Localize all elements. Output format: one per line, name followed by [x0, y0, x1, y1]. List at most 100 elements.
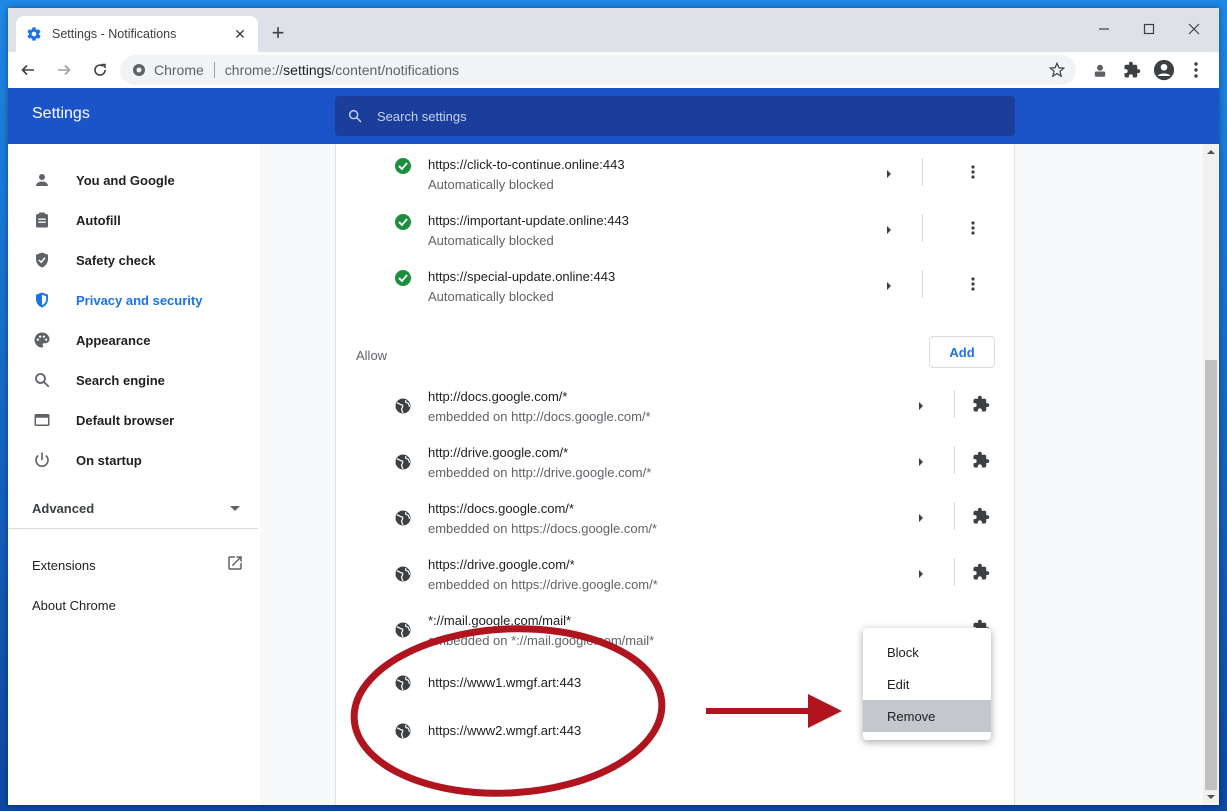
check-circle-icon [395, 270, 411, 286]
arrow-right-icon[interactable] [916, 513, 926, 523]
bookmark-star-icon[interactable] [1048, 61, 1066, 79]
allowed-site-row[interactable]: http://drive.google.com/* embedded on ht… [336, 436, 1016, 492]
puzzle-icon [969, 504, 993, 528]
scroll-up-icon[interactable] [1203, 146, 1219, 158]
site-url: https://important-update.online:443 [428, 213, 629, 228]
row-separator [954, 502, 955, 530]
blocked-site-row[interactable]: https://click-to-continue.online:443 Aut… [336, 144, 1016, 200]
profile-button[interactable] [1148, 54, 1180, 86]
extensions-menu-button[interactable] [1116, 54, 1148, 86]
new-tab-button[interactable]: + [266, 20, 290, 46]
maximize-icon [1143, 23, 1155, 35]
browser-toolbar: Chrome chrome://settings/content/notific… [8, 52, 1219, 88]
sidebar-item-default-browser[interactable]: Default browser [8, 400, 260, 440]
reload-button[interactable] [84, 54, 116, 86]
minimize-icon [1099, 28, 1109, 30]
settings-sidebar: You and Google Autofill Safety check Pri… [8, 144, 260, 805]
spy-extension-icon [1094, 64, 1106, 77]
globe-icon [395, 398, 411, 414]
globe-icon [395, 622, 411, 638]
omnibox-separator [213, 62, 215, 78]
close-window-button[interactable] [1172, 14, 1216, 44]
sidebar-item-privacy-and-security[interactable]: Privacy and security [8, 280, 260, 320]
menu-item-remove[interactable]: Remove [863, 700, 991, 732]
sidebar-item-appearance[interactable]: Appearance [8, 320, 260, 360]
row-separator [922, 158, 923, 186]
arrow-right-icon[interactable] [916, 569, 926, 579]
arrow-right-icon[interactable] [884, 281, 894, 291]
sidebar-item-advanced[interactable]: Advanced [8, 488, 260, 528]
page-title: Settings [32, 105, 90, 122]
palette-icon [32, 330, 52, 350]
sidebar-item-about-chrome[interactable]: About Chrome [8, 585, 260, 625]
tab-close-icon[interactable]: ✕ [232, 26, 248, 43]
check-circle-icon [395, 158, 411, 174]
chrome-menu-button[interactable] [1180, 54, 1212, 86]
add-site-button[interactable]: Add [929, 336, 995, 368]
caret-down-icon [230, 499, 240, 517]
arrow-right-icon[interactable] [916, 457, 926, 467]
site-url: http://drive.google.com/* [428, 445, 569, 460]
scrollbar-thumb[interactable] [1205, 360, 1217, 790]
title-bar: Settings - Notifications ✕ + [8, 8, 1219, 52]
blocked-site-row[interactable]: https://important-update.online:443 Auto… [336, 200, 1016, 256]
menu-item-edit[interactable]: Edit [863, 668, 991, 700]
blocked-site-row[interactable]: https://special-update.online:443 Automa… [336, 256, 1016, 312]
allowed-site-row[interactable]: https://docs.google.com/* embedded on ht… [336, 492, 1016, 548]
forward-button[interactable] [48, 54, 80, 86]
chrome-logo-icon [133, 64, 145, 76]
reload-icon [94, 63, 106, 76]
site-url: http://docs.google.com/* [428, 389, 568, 404]
arrow-right-icon[interactable] [884, 225, 894, 235]
menu-item-block[interactable]: Block [863, 636, 991, 668]
arrow-right-icon[interactable] [916, 401, 926, 411]
sidebar-item-you-and-google[interactable]: You and Google [8, 160, 260, 200]
site-url: https://www2.wmgf.art:443 [428, 723, 582, 738]
back-button[interactable] [12, 54, 44, 86]
more-actions-icon[interactable] [961, 216, 985, 240]
more-vert-icon [1194, 62, 1198, 78]
account-circle-icon [1153, 59, 1175, 81]
sidebar-item-autofill[interactable]: Autofill [8, 200, 260, 240]
omnibox-chrome-label: Chrome [154, 62, 204, 78]
row-separator [954, 390, 955, 418]
settings-header: Settings [8, 88, 1219, 144]
minimize-button[interactable] [1082, 14, 1126, 44]
clipboard-icon [32, 210, 52, 230]
site-url: https://www1.wmgf.art:443 [428, 675, 582, 690]
sidebar-item-on-startup[interactable]: On startup [8, 440, 260, 480]
sidebar-divider [8, 528, 258, 529]
arrow-right-icon[interactable] [884, 169, 894, 179]
more-actions-icon[interactable] [961, 160, 985, 184]
more-actions-icon[interactable] [961, 272, 985, 296]
tab-settings-notifications[interactable]: Settings - Notifications ✕ [16, 16, 258, 52]
extension-button[interactable] [1084, 54, 1116, 86]
browser-window: Settings - Notifications ✕ + Chrome chro… [8, 8, 1219, 805]
search-input[interactable] [377, 108, 977, 124]
site-embedded-on: embedded on http://drive.google.com/* [428, 465, 652, 480]
puzzle-icon [969, 448, 993, 472]
maximize-button[interactable] [1127, 14, 1171, 44]
site-embedded-on: embedded on https://docs.google.com/* [428, 521, 658, 536]
open-in-new-icon [226, 554, 244, 577]
puzzle-icon [969, 560, 993, 584]
allowed-site-row[interactable]: https://drive.google.com/* embedded on h… [336, 548, 1016, 604]
scroll-down-icon[interactable] [1203, 791, 1219, 803]
address-bar[interactable]: Chrome chrome://settings/content/notific… [120, 55, 1076, 85]
allowed-site-row[interactable]: http://docs.google.com/* embedded on htt… [336, 380, 1016, 436]
person-icon [32, 170, 52, 190]
puzzle-icon [1124, 61, 1141, 78]
search-icon [32, 370, 52, 390]
check-circle-icon [395, 214, 411, 230]
sidebar-item-extensions[interactable]: Extensions [8, 545, 260, 585]
site-url: *://mail.google.com/mail* [428, 613, 572, 628]
sidebar-item-safety-check[interactable]: Safety check [8, 240, 260, 280]
site-url: https://drive.google.com/* [428, 557, 575, 572]
row-separator [922, 214, 923, 242]
settings-search[interactable] [335, 96, 1015, 136]
tab-title: Settings - Notifications [52, 27, 177, 41]
site-status: Automatically blocked [428, 233, 554, 248]
row-separator [954, 558, 955, 586]
sidebar-item-search-engine[interactable]: Search engine [8, 360, 260, 400]
globe-icon [395, 454, 411, 470]
